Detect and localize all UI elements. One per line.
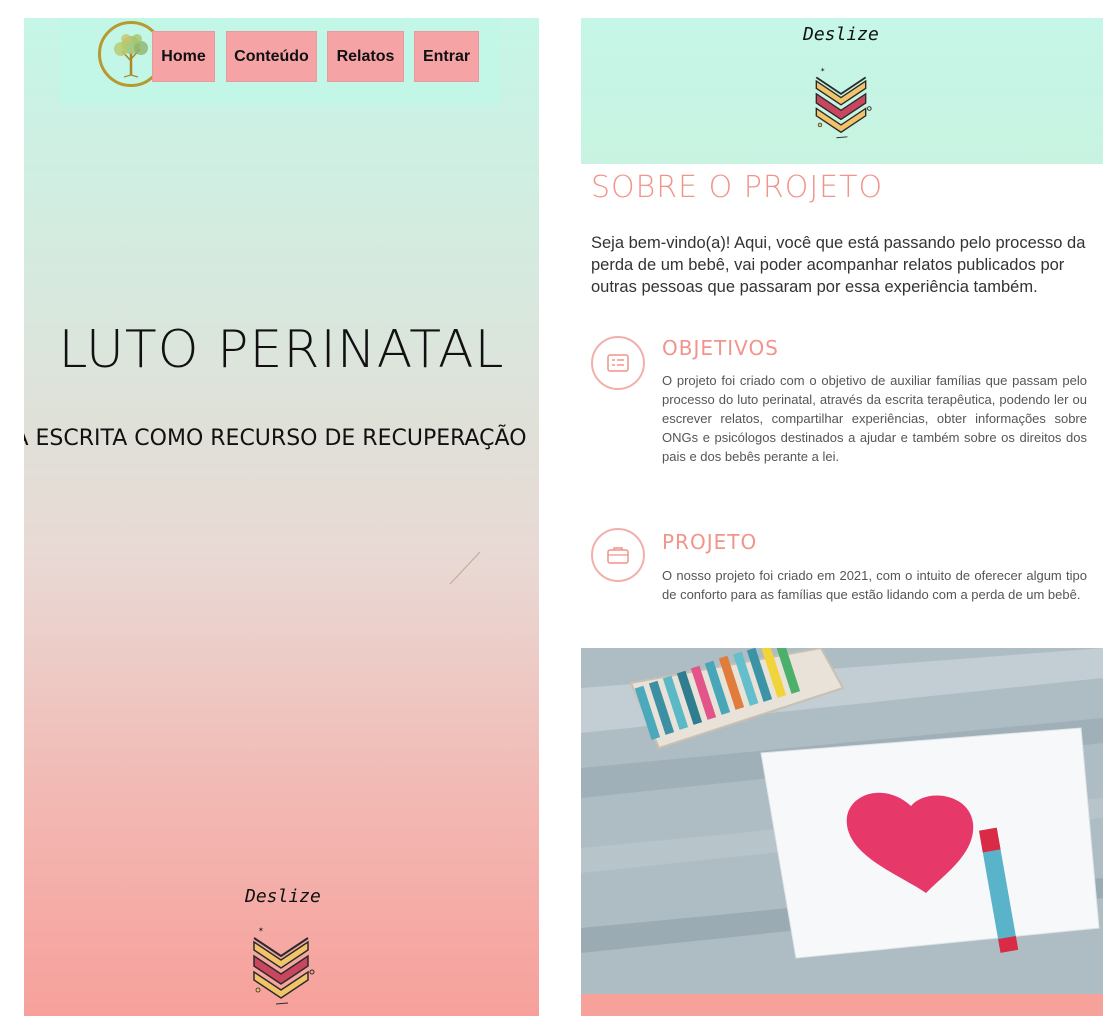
section-title: SOBRE O PROJETO: [591, 170, 884, 205]
scroll-hint-label: Deslize: [245, 886, 321, 907]
list-icon: [591, 336, 645, 390]
feature-text-projeto: O nosso projeto foi criado em 2021, com …: [662, 568, 1087, 602]
intro-paragraph: Seja bem-vindo(a)! Aqui, você que está p…: [591, 234, 1086, 296]
feature-title-objetivos: OBJETIVOS: [662, 336, 779, 360]
feature-text-objetivos: O projeto foi criado com o objetivo de a…: [662, 373, 1087, 464]
nav-conteudo-button[interactable]: Conteúdo: [226, 31, 317, 82]
scroll-hint-banner: Deslize ✶: [581, 18, 1103, 164]
svg-text:✶: ✶: [258, 926, 264, 934]
pen-stroke-decoration-icon: [449, 551, 481, 585]
nav-relatos-button[interactable]: Relatos: [327, 31, 404, 82]
left-screen: Home Conteúdo Relatos Entrar LUTO PERINA…: [24, 18, 539, 1016]
heart-drawing-photo: [581, 648, 1103, 994]
top-navbar: Home Conteúdo Relatos Entrar: [60, 18, 500, 104]
feature-title-projeto: PROJETO: [662, 530, 758, 554]
nav-home-button[interactable]: Home: [152, 31, 215, 82]
scroll-down-chevron-icon[interactable]: ✶: [809, 62, 873, 144]
footer-bar: [581, 994, 1103, 1016]
hero-title: LUTO PERINATAL: [58, 320, 505, 380]
svg-text:✶: ✶: [820, 66, 825, 74]
right-screen: Deslize ✶ SOBRE O PROJETO Seja bem-vindo…: [581, 18, 1103, 1016]
nav-entrar-button[interactable]: Entrar: [414, 31, 479, 82]
hero-subtitle: A ESCRITA COMO RECURSO DE RECUPERAÇÃO: [24, 426, 527, 451]
scroll-hint-label: Deslize: [803, 24, 879, 45]
scroll-down-chevron-icon[interactable]: ✶: [246, 924, 316, 1008]
briefcase-icon: [591, 528, 645, 582]
